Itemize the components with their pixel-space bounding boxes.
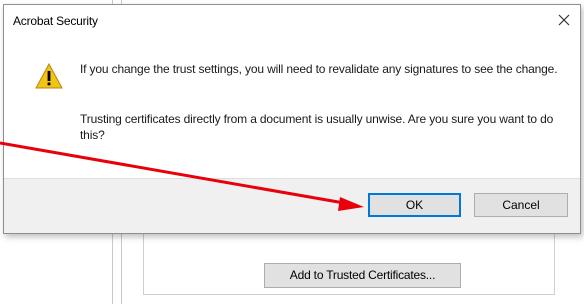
- dialog-message-area: If you change the trust settings, you wi…: [4, 35, 580, 178]
- close-icon[interactable]: [550, 7, 578, 33]
- ok-button[interactable]: OK: [368, 193, 461, 217]
- dialog-titlebar: Acrobat Security: [4, 5, 580, 35]
- dialog-title: Acrobat Security: [13, 14, 98, 28]
- acrobat-security-dialog: Acrobat Security If you change the trust…: [3, 4, 581, 234]
- add-to-trusted-certificates-button[interactable]: Add to Trusted Certificates...: [264, 263, 461, 288]
- message-revalidate-signatures: If you change the trust settings, you wi…: [80, 62, 558, 76]
- cancel-button[interactable]: Cancel: [474, 193, 568, 217]
- warning-triangle-icon: [35, 62, 63, 89]
- message-trusting-unwise: Trusting certificates directly from a do…: [80, 112, 554, 142]
